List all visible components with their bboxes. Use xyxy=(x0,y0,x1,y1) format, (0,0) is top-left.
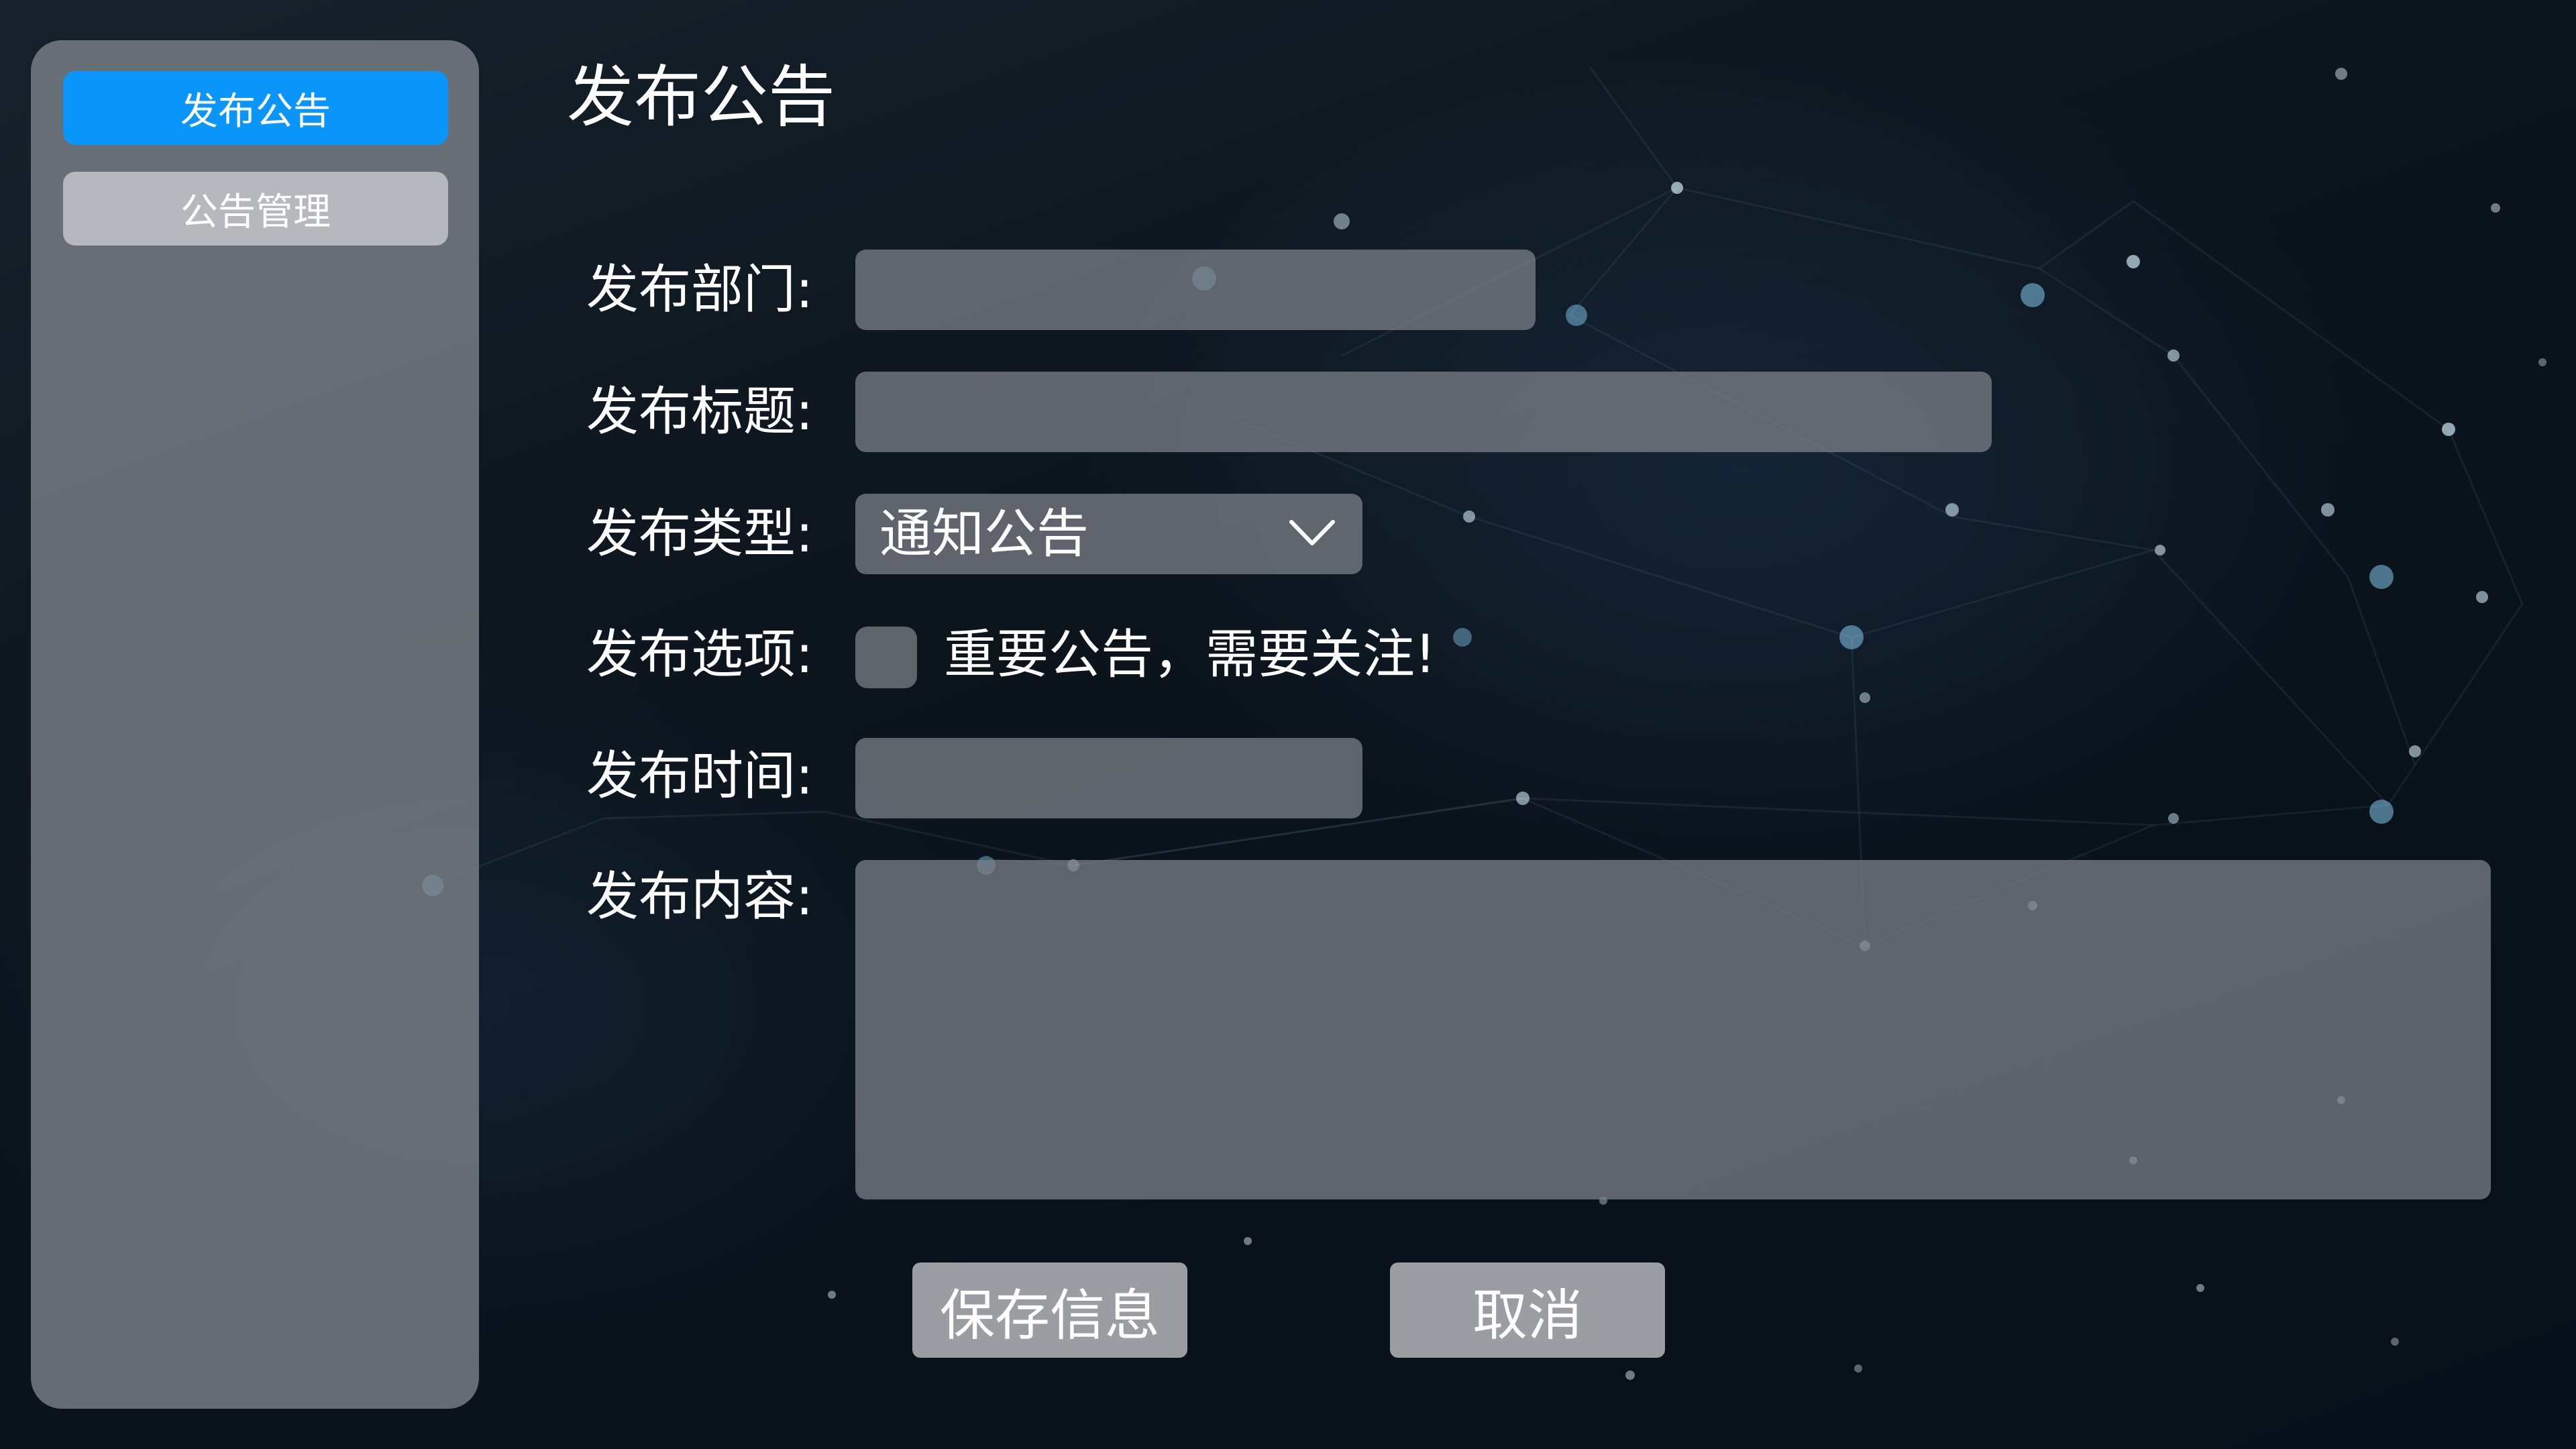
sidebar-item-label: 公告管理 xyxy=(180,190,331,234)
title-label: 发布标题: xyxy=(586,382,814,442)
sidebar-item-announcement-management[interactable]: 公告管理 xyxy=(63,172,448,246)
content-label: 发布内容: xyxy=(586,867,814,927)
sidebar-item-label: 发布公告 xyxy=(180,89,331,133)
department-input[interactable] xyxy=(855,250,1536,330)
type-label: 发布类型: xyxy=(586,504,814,564)
time-label: 发布时间: xyxy=(586,746,814,806)
time-input[interactable] xyxy=(855,738,1362,818)
save-button[interactable]: 保存信息 xyxy=(912,1263,1187,1358)
sidebar: 发布公告 公告管理 xyxy=(31,40,479,1409)
title-input[interactable] xyxy=(855,372,1992,452)
important-checkbox-label[interactable]: 重要公告，需要关注! xyxy=(944,629,1436,681)
options-label: 发布选项: xyxy=(586,625,814,685)
department-label: 发布部门: xyxy=(586,260,814,320)
important-checkbox[interactable] xyxy=(855,627,917,688)
page-title: 发布公告 xyxy=(567,58,835,136)
cancel-button[interactable]: 取消 xyxy=(1390,1263,1665,1358)
chevron-down-icon xyxy=(1289,518,1336,550)
type-select-value: 通知公告 xyxy=(879,504,1089,564)
type-select[interactable]: 通知公告 xyxy=(855,494,1362,574)
content-textarea[interactable] xyxy=(855,860,2491,1199)
sidebar-item-publish-announcement[interactable]: 发布公告 xyxy=(63,71,448,145)
